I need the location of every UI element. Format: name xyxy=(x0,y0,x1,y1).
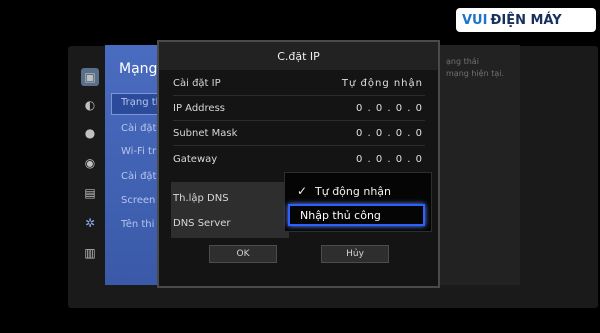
row-label: Cài đặt IP xyxy=(173,78,221,89)
row-label: DNS Server xyxy=(173,218,231,229)
help-panel: ạng thái mạng hiện tại. xyxy=(440,45,520,285)
picture-icon[interactable]: ▣ xyxy=(81,68,99,86)
row-value: Tự động nhận xyxy=(341,78,423,89)
row-value: 0 . 0 . 0 . 0 xyxy=(355,154,423,165)
ok-button[interactable]: OK xyxy=(209,245,277,263)
row-label: IP Address xyxy=(173,103,225,114)
gateway-row[interactable]: Gateway 0 . 0 . 0 . 0 xyxy=(173,148,425,172)
vui-dien-may-logo: VUI ĐIỆN MÁY xyxy=(456,8,596,32)
dns-mode-dropdown: ✓ Tự động nhận Nhập thủ công xyxy=(284,172,432,232)
ip-setting-row[interactable]: Cài đặt IP Tự động nhận xyxy=(173,72,425,96)
logo-text-part2: ĐIỆN MÁY xyxy=(490,12,562,28)
divider xyxy=(173,95,425,96)
help-text-line: mạng hiện tại. xyxy=(446,69,505,78)
checkmark-icon: ✓ xyxy=(297,184,308,198)
divider xyxy=(173,145,425,146)
row-value: 0 . 0 . 0 . 0 xyxy=(355,128,423,139)
help-text-line: ạng thái xyxy=(446,57,479,66)
row-label: Gateway xyxy=(173,154,218,165)
system-icon[interactable]: ▤ xyxy=(81,184,99,202)
row-label: Subnet Mask xyxy=(173,128,238,139)
subnet-mask-row[interactable]: Subnet Mask 0 . 0 . 0 . 0 xyxy=(173,122,425,146)
gear-icon[interactable]: ✲ xyxy=(81,214,99,232)
menu-title: Mạng xyxy=(119,61,158,77)
network-icon[interactable]: ◉ xyxy=(81,154,99,172)
dropdown-option-auto[interactable]: Tự động nhận xyxy=(315,185,391,198)
row-value: 0 . 0 . 0 . 0 xyxy=(355,103,423,114)
sound-icon[interactable]: ◐ xyxy=(81,96,99,114)
support-icon[interactable]: ▥ xyxy=(81,244,99,262)
ip-settings-dialog: C.đặt IP Cài đặt IP Tự động nhận IP Addr… xyxy=(157,40,440,288)
row-label: Th.lập DNS xyxy=(173,193,229,204)
category-icon-rail: ▣ ◐ ● ◉ ▤ ✲ ▥ xyxy=(76,62,104,282)
ip-address-row[interactable]: IP Address 0 . 0 . 0 . 0 xyxy=(173,97,425,121)
divider xyxy=(173,120,425,121)
dropdown-option-manual[interactable]: Nhập thủ công xyxy=(288,204,425,226)
cancel-button[interactable]: Hủy xyxy=(321,245,389,263)
broadcast-icon[interactable]: ● xyxy=(81,124,99,142)
dialog-title: C.đặt IP xyxy=(159,42,438,70)
logo-text-part1: VUI xyxy=(462,12,488,28)
